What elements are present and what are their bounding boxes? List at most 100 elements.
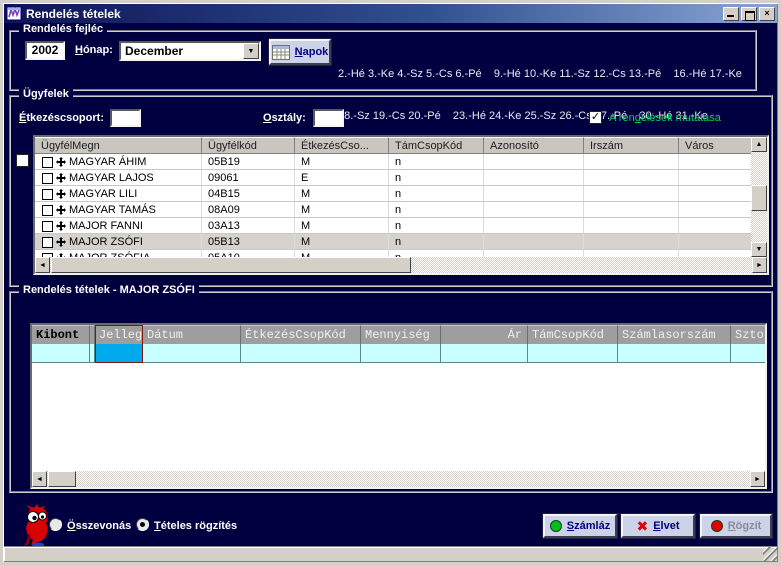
table-row[interactable]: MAGYAR TAMÁS08A09Mn	[35, 202, 751, 218]
cell-empty	[679, 218, 751, 234]
column-header[interactable]: Kibont	[32, 325, 90, 344]
napok-button[interactable]: Napok	[269, 39, 331, 65]
column-header[interactable]: Azonosító	[484, 137, 584, 154]
rogzit-button-label: Rögzít	[728, 520, 762, 532]
titlebar[interactable]: Rendelés tételek ×	[4, 4, 777, 23]
cell-sup: n	[389, 218, 484, 234]
order-header-group: Rendelés fejléc 2002 Hónap: December ▼ N…	[9, 30, 757, 91]
class-input[interactable]	[313, 109, 344, 127]
table-row[interactable]: MAJOR ZSÓFI05B13Mn	[35, 234, 751, 250]
cell-sup: n	[389, 154, 484, 170]
column-header[interactable]: Ár	[441, 325, 528, 344]
column-header[interactable]: TámCsopKód	[528, 325, 618, 344]
group-title: Rendelés fejléc	[19, 23, 107, 35]
scroll-right-icon[interactable]: ►	[752, 257, 767, 273]
table-row[interactable]: MAGYAR LILI04B15Mn	[35, 186, 751, 202]
radio-teteles-rogzites[interactable]	[136, 518, 149, 531]
column-header[interactable]: Számlasorszám	[618, 325, 731, 344]
items-table-header: Kibont Jelleg Dátum ÉtkezésCsopKód Menny…	[32, 325, 765, 344]
cell-empty	[679, 250, 751, 257]
items-table-row[interactable]	[32, 344, 765, 363]
column-header[interactable]: Dátum	[143, 325, 241, 344]
cell-empty	[484, 186, 584, 202]
scroll-up-icon[interactable]: ▲	[751, 137, 767, 152]
scroll-right-icon[interactable]: ►	[750, 471, 765, 487]
minimize-button[interactable]	[723, 7, 739, 21]
row-checkbox[interactable]	[42, 157, 53, 168]
szamlaz-button-label: Számláz	[567, 520, 610, 532]
scroll-down-icon[interactable]: ▼	[751, 242, 767, 257]
resize-grip[interactable]	[763, 547, 777, 561]
move-arrows-icon	[56, 157, 66, 167]
select-all-checkbox[interactable]	[16, 154, 29, 167]
cell-sup: n	[389, 234, 484, 250]
scroll-left-icon[interactable]: ◄	[32, 471, 47, 487]
rogzit-button[interactable]: Rögzít	[700, 514, 772, 538]
cell-meal: M	[295, 186, 389, 202]
horizontal-scrollbar[interactable]: ◄ ►	[32, 471, 765, 487]
radio-osszevonas[interactable]	[49, 518, 62, 531]
column-header[interactable]: Irszám	[584, 137, 679, 154]
cell-code: 09061	[202, 170, 295, 186]
chevron-down-icon[interactable]: ▼	[243, 43, 259, 59]
cell-empty	[584, 202, 679, 218]
cell-meal: M	[295, 218, 389, 234]
table-row[interactable]: MAGYAR LAJOS09061En	[35, 170, 751, 186]
column-header[interactable]: TámCsopKód	[389, 137, 484, 154]
column-header[interactable]: ÜgyfélMegn	[35, 137, 202, 154]
column-header[interactable]: Jelleg	[95, 325, 143, 344]
month-value: December	[121, 43, 243, 59]
column-header[interactable]: Sztor	[731, 325, 767, 344]
szamlaz-button[interactable]: Számláz	[543, 514, 617, 538]
order-items-group: Rendelés tételek - MAJOR ZSÓFI Kibont Je…	[9, 291, 773, 493]
scrollbar-thumb[interactable]	[51, 257, 411, 273]
move-arrows-icon	[56, 237, 66, 247]
calendar-icon	[272, 45, 290, 60]
column-header[interactable]: Mennyiség	[361, 325, 441, 344]
cell-code: 08A09	[202, 202, 295, 218]
meal-group-input[interactable]	[110, 109, 141, 127]
cell-empty	[584, 154, 679, 170]
napok-button-label: Napok	[295, 46, 329, 58]
close-button[interactable]: ×	[759, 7, 775, 21]
clients-table: ÜgyfélMegn Ügyfélkód ÉtkezésCso... TámCs…	[33, 135, 769, 275]
calendar-days-line1: 2.-Hé 3.-Ke 4.-Sz 5.-Cs 6.-Pé 9.-Hé 10.-…	[338, 67, 758, 81]
maximize-button[interactable]	[741, 7, 757, 21]
cell-code: 05A10	[202, 250, 295, 257]
table-row[interactable]: MAGYAR ÁHIM05B19Mn	[35, 154, 751, 170]
column-header[interactable]: Város	[679, 137, 755, 154]
show-orders-checkbox[interactable]: ✓	[589, 111, 602, 124]
column-header[interactable]: ÉtkezésCsopKód	[241, 325, 361, 344]
month-dropdown[interactable]: December ▼	[119, 41, 261, 61]
row-checkbox[interactable]	[42, 205, 53, 216]
column-header[interactable]: ÉtkezésCso...	[295, 137, 389, 154]
cell-empty	[484, 170, 584, 186]
cell-meal: M	[295, 154, 389, 170]
row-checkbox[interactable]	[42, 189, 53, 200]
scrollbar-thumb[interactable]	[48, 471, 76, 487]
cell-empty	[679, 170, 751, 186]
horizontal-scrollbar[interactable]: ◄ ►	[35, 257, 767, 273]
cell-empty	[484, 218, 584, 234]
move-arrows-icon	[56, 173, 66, 183]
month-label: Hónap:	[75, 44, 113, 56]
scroll-left-icon[interactable]: ◄	[35, 257, 50, 273]
row-checkbox[interactable]	[42, 173, 53, 184]
meal-group-label: Étkezéscsoport:	[19, 112, 104, 124]
scrollbar-thumb[interactable]	[751, 185, 767, 211]
row-checkbox[interactable]	[42, 221, 53, 232]
class-label: Osztály:	[263, 112, 306, 124]
year-field[interactable]: 2002	[25, 41, 65, 60]
table-row[interactable]: MAJOR ZSÓFIA05A10Mn	[35, 250, 751, 257]
table-row[interactable]: MAJOR FANNI03A13Mn	[35, 218, 751, 234]
elvet-button[interactable]: ✖ Elvet	[621, 514, 695, 538]
client-name: MAGYAR ÁHIM	[69, 156, 146, 168]
status-bar	[4, 546, 777, 561]
vertical-scrollbar[interactable]: ▲ ▼	[751, 137, 767, 257]
row-checkbox[interactable]	[42, 237, 53, 248]
move-arrows-icon	[56, 221, 66, 231]
clients-table-body: MAGYAR ÁHIM05B19MnMAGYAR LAJOS09061EnMAG…	[35, 154, 751, 257]
items-table: Kibont Jelleg Dátum ÉtkezésCsopKód Menny…	[30, 323, 767, 489]
radio-osszevonas-label: Összevonás	[67, 520, 131, 532]
column-header[interactable]: Ügyfélkód	[202, 137, 295, 154]
